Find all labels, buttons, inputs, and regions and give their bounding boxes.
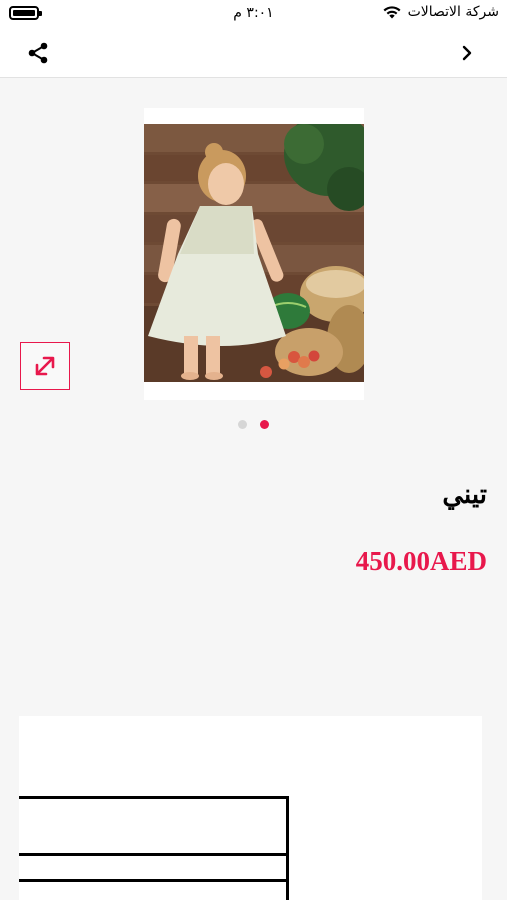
chevron-right-icon <box>462 45 472 61</box>
table-line <box>19 879 289 882</box>
carrier-name: شركة الاتصالات <box>407 4 499 20</box>
expand-image-button[interactable] <box>20 342 70 390</box>
pager-dot[interactable] <box>238 420 247 429</box>
size-table-card <box>19 716 482 900</box>
product-name: تيني <box>442 480 487 510</box>
expand-icon <box>35 356 55 376</box>
status-bar: ٣:٠١ م شركة الاتصالات <box>0 0 507 28</box>
product-price: 450.00AED <box>355 546 487 576</box>
share-icon <box>28 42 48 64</box>
table-line <box>286 796 289 900</box>
carrier-info: شركة الاتصالات <box>382 4 499 20</box>
share-button[interactable] <box>22 38 54 68</box>
pager-dot-active[interactable] <box>260 420 269 429</box>
image-pager <box>0 420 507 429</box>
nav-bar <box>0 28 507 78</box>
back-button[interactable] <box>457 40 477 66</box>
product-image-card[interactable] <box>144 108 364 400</box>
wifi-icon <box>383 6 401 19</box>
table-line <box>19 796 289 799</box>
table-line <box>19 853 289 856</box>
product-image <box>144 124 364 382</box>
